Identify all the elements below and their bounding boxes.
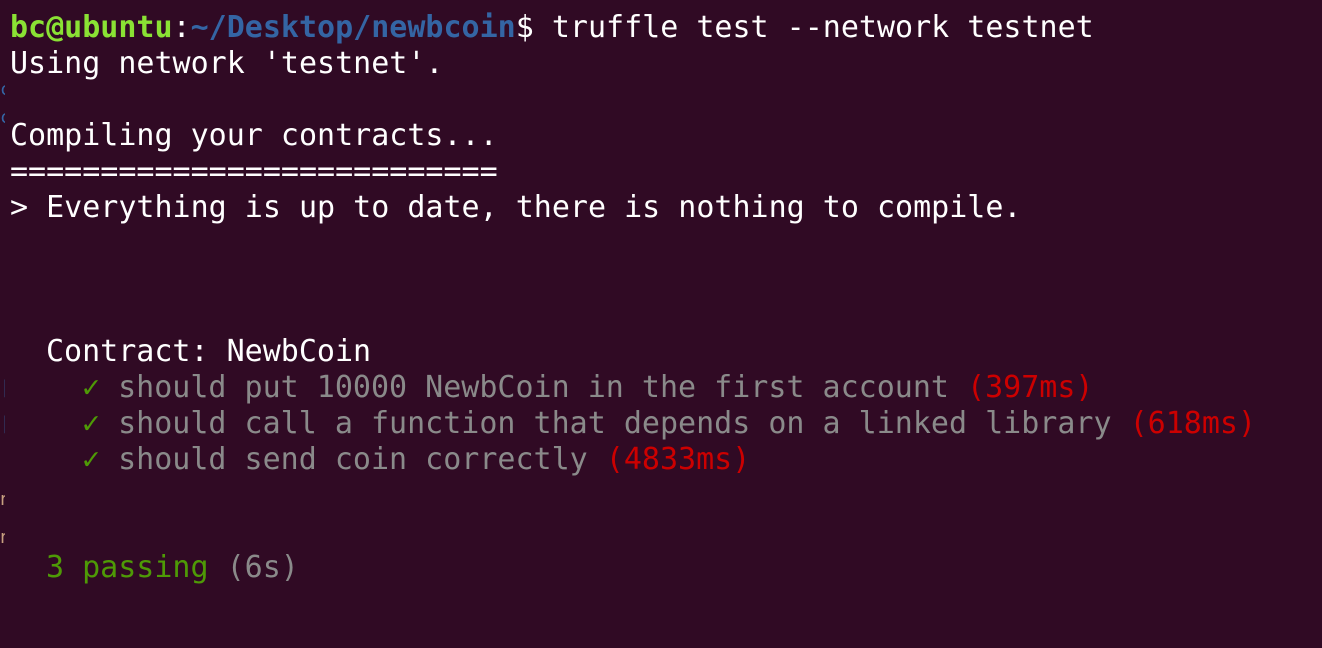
test-name: should call a function that depends on a… [100, 406, 1112, 441]
checkmark-icon: ✓ [82, 370, 101, 405]
up-to-date-line: > Everything is up to date, there is not… [10, 190, 1022, 225]
test-result-line: ✓ should call a function that depends on… [10, 406, 1310, 442]
total-time: (6s) [208, 550, 299, 585]
using-network-line: Using network 'testnet'. [10, 46, 444, 81]
edge-fragment: c [0, 108, 5, 128]
edge-fragment: n [0, 490, 5, 510]
contract-header: Contract: NewbCoin [46, 334, 372, 369]
edge-fragment: | [0, 414, 5, 434]
test-result-line: ✓ should send coin correctly (4833ms) [10, 442, 1310, 478]
prompt-separator: : [172, 10, 191, 45]
prompt-symbol: $ [515, 10, 534, 45]
command-text: truffle test --network testnet [533, 10, 1094, 45]
test-duration: (4833ms) [587, 442, 751, 477]
test-duration: (618ms) [1111, 406, 1257, 441]
command-line: bc@ubuntu:~/Desktop/newbcoin$ truffle te… [10, 10, 1310, 46]
edge-fragment: | [0, 378, 5, 398]
compiling-line: Compiling your contracts... [10, 118, 498, 153]
test-name: should send coin correctly [100, 442, 588, 477]
summary-line: 3 passing (6s) [10, 550, 1310, 586]
edge-fragment: n [0, 528, 5, 548]
edge-fragment: c [0, 80, 5, 100]
checkmark-icon: ✓ [82, 406, 101, 441]
checkmark-icon: ✓ [82, 442, 101, 477]
prompt-user: bc@ubuntu [10, 10, 173, 45]
separator-line: =========================== [10, 154, 498, 189]
test-duration: (397ms) [948, 370, 1094, 405]
terminal-window[interactable]: { "prompt": { "user": "bc@ubuntu", "sepa… [0, 0, 1322, 648]
prompt-path: ~/Desktop/newbcoin [190, 10, 516, 45]
terminal-output: bc@ubuntu:~/Desktop/newbcoin$ truffle te… [10, 10, 1310, 640]
test-name: should put 10000 NewbCoin in the first a… [100, 370, 949, 405]
passing-count: 3 passing [46, 550, 209, 585]
test-result-line: ✓ should put 10000 NewbCoin in the first… [10, 370, 1310, 406]
